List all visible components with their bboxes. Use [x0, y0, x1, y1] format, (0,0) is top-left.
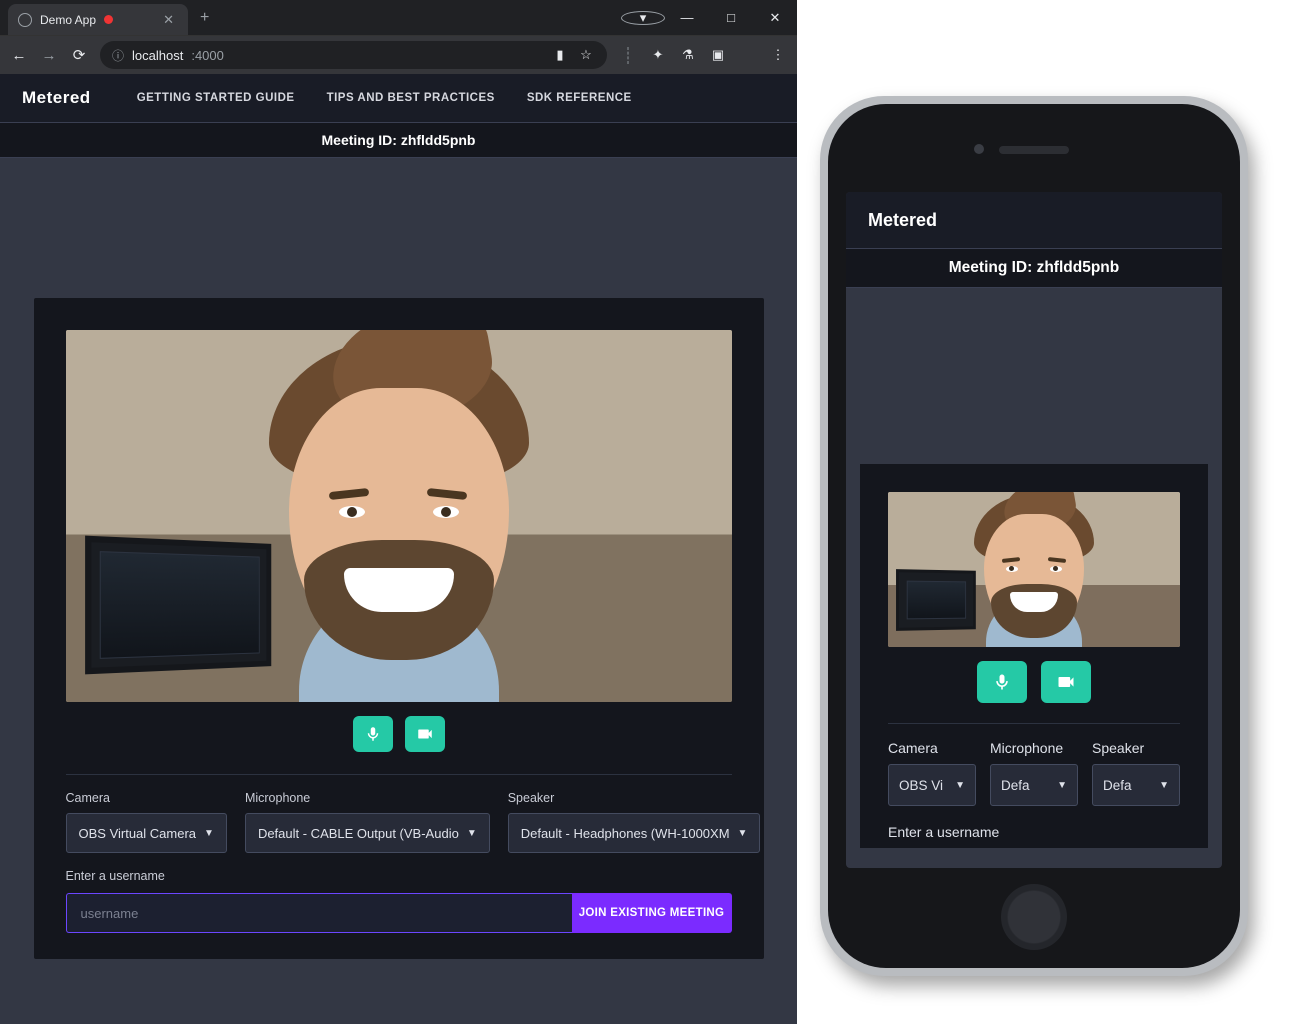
browser-window: Demo App ✕ + ▾ — □ ✕ ← → ⟳ ⓘ localhost :4… [0, 0, 797, 1024]
speaker-select-value: Default - Headphones (WH-1000XM [521, 826, 730, 841]
mobile-app-navbar: Metered [846, 192, 1222, 248]
labs-flask-icon[interactable]: ⚗ [679, 47, 697, 63]
bookmark-star-icon[interactable]: ☆ [577, 47, 595, 63]
toggle-microphone-button[interactable] [353, 716, 393, 752]
browser-titlebar: Demo App ✕ + ▾ — □ ✕ [0, 0, 797, 36]
chevron-down-icon: ▼ [955, 780, 965, 791]
nav-sdk[interactable]: SDK REFERENCE [527, 92, 632, 104]
camera-preview [66, 330, 732, 702]
phone-front-camera-icon [974, 144, 984, 154]
phone-screen: Metered Meeting ID: zhfldd5pnb [846, 192, 1222, 868]
camera-select[interactable]: OBS Virtual Camera ▼ [66, 813, 227, 853]
url-port: :4000 [191, 48, 224, 63]
brand-logo[interactable]: Metered [22, 88, 91, 108]
address-bar[interactable]: ⓘ localhost :4000 ▮ ☆ [100, 41, 607, 69]
globe-icon [18, 13, 32, 27]
toggle-camera-button[interactable] [405, 716, 445, 752]
mobile-microphone-select-value: Defa [1001, 778, 1030, 793]
mobile-speaker-label: Speaker [1092, 740, 1180, 756]
window-controls: ▾ — □ ✕ [621, 0, 797, 35]
microphone-icon [364, 725, 382, 743]
mobile-toggle-camera-button[interactable] [1041, 661, 1091, 703]
back-button[interactable]: ← [10, 47, 28, 64]
device-select-row: Camera OBS Virtual Camera ▼ Microphone D… [66, 791, 732, 853]
mobile-camera-select[interactable]: OBS Vi ▼ [888, 764, 976, 806]
mobile-camera-label: Camera [888, 740, 976, 756]
mobile-camera-select-value: OBS Vi [899, 778, 943, 793]
browser-toolbar: ← → ⟳ ⓘ localhost :4000 ▮ ☆ ✦ ⚗ ▣ ⋮ [0, 36, 797, 74]
chevron-down-icon: ▼ [204, 828, 214, 839]
browser-tab[interactable]: Demo App ✕ [8, 4, 188, 35]
camera-select-value: OBS Virtual Camera [79, 826, 197, 841]
mobile-username-label: Enter a username [888, 824, 1180, 840]
mobile-camera-preview [888, 492, 1180, 647]
username-label: Enter a username [66, 869, 165, 883]
recording-indicator-icon [104, 15, 113, 24]
meeting-id-banner: Meeting ID: zhfldd5pnb [0, 122, 797, 158]
url-host: localhost [132, 48, 183, 63]
video-camera-icon [416, 725, 434, 743]
minimize-button[interactable]: — [665, 0, 709, 35]
video-camera-icon [1056, 672, 1076, 692]
app-page: Metered GETTING STARTED GUIDE TIPS AND B… [0, 74, 797, 1024]
mobile-microphone-select[interactable]: Defa ▼ [990, 764, 1078, 806]
mobile-speaker-select[interactable]: Defa ▼ [1092, 764, 1180, 806]
extensions-icon[interactable]: ✦ [649, 47, 667, 63]
phone-mockup: Metered Meeting ID: zhfldd5pnb [820, 96, 1248, 976]
maximize-button[interactable]: □ [709, 0, 753, 35]
stage: Camera OBS Virtual Camera ▼ Microphone D… [0, 158, 797, 1024]
site-info-icon[interactable]: ⓘ [112, 47, 124, 64]
microphone-label: Microphone [245, 791, 490, 805]
join-card: Camera OBS Virtual Camera ▼ Microphone D… [34, 298, 764, 959]
speaker-label: Speaker [508, 791, 761, 805]
mobile-meeting-id-banner: Meeting ID: zhfldd5pnb [846, 248, 1222, 288]
username-input[interactable]: username [66, 893, 572, 933]
kebab-menu-icon[interactable]: ⋮ [769, 47, 787, 63]
mobile-join-card: Camera OBS Vi ▼ Microphone Defa ▼ Speake… [860, 464, 1208, 848]
camera-label: Camera [66, 791, 227, 805]
divider [66, 774, 732, 775]
chevron-down-icon: ▼ [1159, 780, 1169, 791]
join-meeting-button[interactable]: JOIN EXISTING MEETING [572, 893, 732, 933]
microphone-select-value: Default - CABLE Output (VB-Audio [258, 826, 459, 841]
mobile-divider [888, 723, 1180, 724]
mobile-microphone-label: Microphone [990, 740, 1078, 756]
nav-tips[interactable]: TIPS AND BEST PRACTICES [327, 92, 495, 104]
tab-title: Demo App [40, 13, 96, 27]
speaker-select[interactable]: Default - Headphones (WH-1000XM ▼ [508, 813, 761, 853]
phone-home-button[interactable] [1001, 884, 1067, 950]
forward-button[interactable]: → [40, 47, 58, 64]
chevron-down-icon: ▼ [738, 828, 748, 839]
tab-close-icon[interactable]: ✕ [163, 12, 174, 28]
mobile-speaker-select-value: Defa [1103, 778, 1132, 793]
username-placeholder: username [81, 906, 139, 921]
chevron-down-icon: ▼ [467, 828, 477, 839]
panel-icon[interactable]: ▣ [709, 47, 727, 63]
app-navbar: Metered GETTING STARTED GUIDE TIPS AND B… [0, 74, 797, 122]
mobile-brand-logo[interactable]: Metered [868, 210, 937, 231]
phone-speaker-icon [999, 146, 1069, 154]
media-toggle-row [66, 716, 732, 752]
mobile-media-toggle-row [888, 661, 1180, 703]
camera-indicator-icon[interactable]: ▮ [551, 47, 569, 63]
new-tab-button[interactable]: + [188, 0, 221, 37]
reload-button[interactable]: ⟳ [70, 46, 88, 64]
microphone-icon [992, 672, 1012, 692]
close-window-button[interactable]: ✕ [753, 0, 797, 35]
microphone-select[interactable]: Default - CABLE Output (VB-Audio ▼ [245, 813, 490, 853]
mobile-device-select-row: Camera OBS Vi ▼ Microphone Defa ▼ Speake… [888, 740, 1180, 806]
chevron-down-icon: ▼ [1057, 780, 1067, 791]
apps-grid-icon[interactable] [619, 48, 637, 63]
titlebar-chevron-icon[interactable]: ▾ [621, 0, 665, 35]
mobile-toggle-microphone-button[interactable] [977, 661, 1027, 703]
nav-getting-started[interactable]: GETTING STARTED GUIDE [137, 92, 295, 104]
